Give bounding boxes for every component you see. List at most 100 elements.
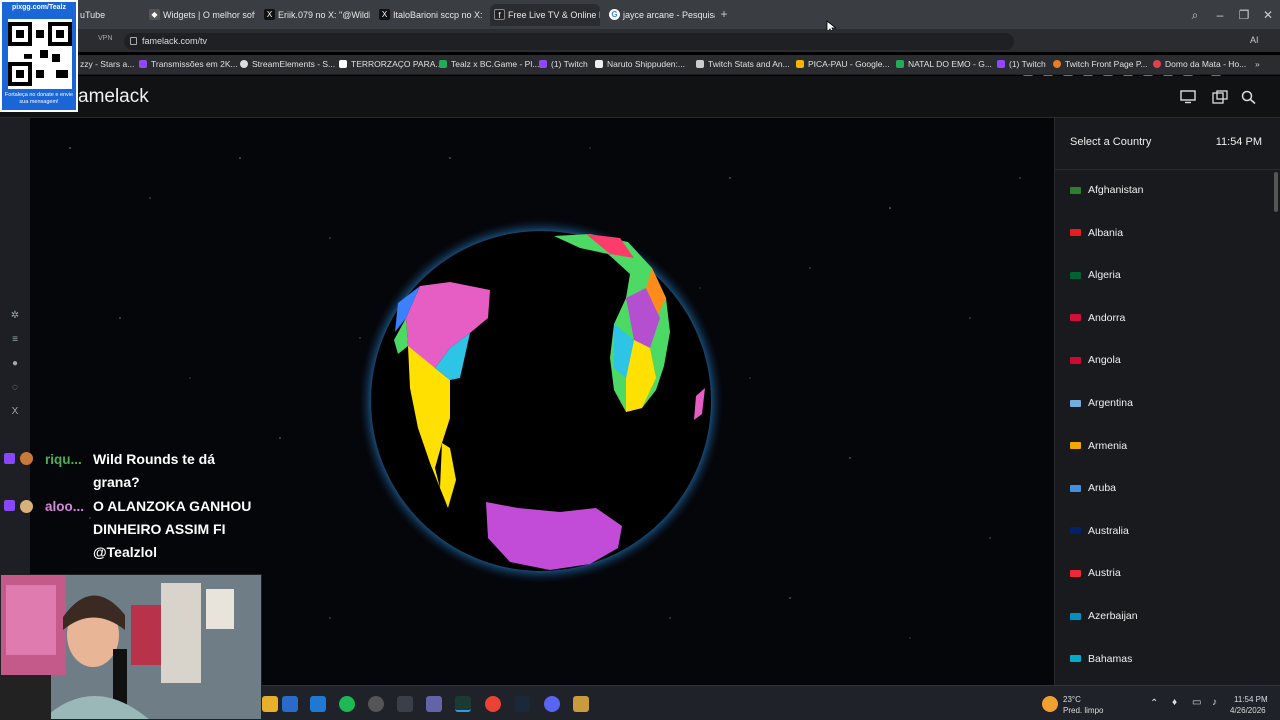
folder-icon[interactable] (262, 696, 278, 712)
country-item[interactable]: Aruba (1070, 478, 1116, 498)
layers-icon[interactable]: ≡ (9, 334, 21, 346)
bookmark-icon (1053, 60, 1061, 68)
tab-widgets[interactable]: ◆ Widgets | O melhor softw (145, 4, 255, 26)
x-icon: X (379, 9, 390, 20)
tab-famelack[interactable]: f Free Live TV & Online R (490, 4, 600, 26)
x-icon: X (264, 9, 275, 20)
bookmark-item[interactable]: Domo da Mata - Ho... (1153, 59, 1246, 69)
outlook-icon[interactable] (310, 696, 326, 712)
panel-title: Select a Country (1070, 136, 1152, 148)
store-icon[interactable] (282, 696, 298, 712)
country-item[interactable]: Albania (1070, 223, 1123, 243)
restore-icon[interactable]: ❐ (1236, 7, 1252, 23)
country-panel: Select a Country 11:54 PM Afghanistan Alb… (1054, 118, 1280, 685)
country-name: Argentina (1088, 397, 1133, 409)
chrome-icon[interactable] (485, 696, 501, 712)
weather-desc[interactable]: Pred. limpo (1063, 706, 1103, 715)
flag-icon (1070, 229, 1081, 237)
country-item[interactable]: Argentina (1070, 393, 1133, 413)
bookmark-icon (1153, 60, 1161, 68)
bookmark-item[interactable]: Tealz x BC.Game - Pl... (439, 59, 539, 69)
teams-icon[interactable] (426, 696, 442, 712)
lock-icon (130, 37, 137, 45)
bookmark-item[interactable]: TERRORZAÇO PARA... (339, 59, 442, 69)
url-field[interactable]: famelack.com/tv (124, 33, 1014, 50)
pinwheel-icon[interactable]: ✲ (9, 310, 21, 322)
panel-clock: 11:54 PM (1215, 136, 1262, 148)
twitch-icon (139, 60, 147, 68)
network-icon[interactable]: ▭ (1192, 697, 1201, 708)
country-name: Austria (1088, 567, 1121, 580)
address-bar: VPN famelack.com/tv AI (0, 30, 1280, 76)
tab-google-search[interactable]: G jayce arcane - Pesquisa (605, 4, 715, 26)
steam-icon[interactable] (514, 696, 530, 712)
bookmark-item[interactable]: Twitch Stats and An... (696, 59, 790, 69)
bookmark-item[interactable]: NATAL DO EMO - G... (896, 59, 992, 69)
flag-icon (1070, 484, 1081, 492)
league-icon[interactable] (573, 696, 589, 712)
country-item[interactable]: Algeria (1070, 265, 1121, 285)
country-name: Afghanistan (1088, 184, 1144, 196)
map-icon[interactable] (1212, 90, 1228, 104)
country-item[interactable]: Austria (1070, 563, 1121, 583)
tab-x-eriik[interactable]: X Eriik.079 no X: "@WildRi (260, 4, 370, 26)
twitch-badge-icon (4, 500, 15, 511)
discord-icon[interactable] (544, 696, 560, 712)
sheets-icon (896, 60, 904, 68)
flag-icon (1070, 186, 1081, 194)
panel-scrollbar[interactable] (1274, 172, 1278, 212)
drive-icon (796, 60, 804, 68)
site-logo[interactable]: amelack (78, 86, 149, 108)
vpn-badge[interactable]: VPN (98, 35, 112, 42)
chat-message: O ALANZOKA GANHOU DINHEIRO ASSIM FI @Tea… (93, 498, 252, 560)
minimize-icon[interactable]: – (1212, 7, 1228, 23)
new-tab-button[interactable]: + (716, 6, 732, 22)
bookmark-item[interactable]: Twitch Front Page P... (1053, 59, 1148, 69)
flag-icon (1070, 442, 1081, 450)
flag-icon (1070, 612, 1081, 620)
country-name: Australia (1088, 524, 1129, 537)
app-icon[interactable] (397, 696, 413, 712)
messenger-icon[interactable]: ● (9, 358, 21, 370)
clock-time[interactable]: 11:54 PM (1234, 695, 1268, 704)
clock-date[interactable]: 4/26/2026 (1230, 706, 1266, 715)
country-item[interactable]: Australia (1070, 521, 1129, 541)
country-item[interactable]: Afghanistan (1070, 180, 1143, 200)
x-icon[interactable]: X (9, 406, 21, 418)
volume-icon[interactable]: ♪ (1212, 697, 1217, 708)
tab-x-italo[interactable]: X ItaloBarioni sccp no X: " (375, 4, 485, 26)
country-item[interactable]: Armenia (1070, 436, 1127, 456)
weather-temp[interactable]: 23°C (1063, 695, 1081, 704)
country-item[interactable]: Bahamas (1070, 649, 1132, 669)
bookmark-item[interactable]: (1) Twitch (539, 59, 588, 69)
whatsapp-icon[interactable]: ◌ (9, 382, 21, 394)
bookmark-item[interactable]: Transmissões em 2K... (139, 59, 238, 69)
bookmark-item[interactable]: (1) Twitch (997, 59, 1046, 69)
search-tabs-icon[interactable]: ⌕ (1187, 7, 1203, 23)
close-icon[interactable]: ✕ (1260, 7, 1276, 23)
site-header: amelack (0, 76, 1280, 118)
naruto-icon (595, 60, 603, 68)
terminal-icon[interactable] (455, 696, 471, 712)
streamelements-icon: ◆ (149, 9, 160, 20)
sheets-icon (439, 60, 447, 68)
country-item[interactable]: Azerbaijan (1070, 606, 1138, 626)
microphone-icon[interactable]: ♦ (1172, 697, 1177, 708)
chevron-up-icon[interactable]: ⌃ (1150, 698, 1158, 709)
stats-icon (696, 60, 704, 68)
qr-caption: pixgg.com/Tealz (12, 4, 66, 11)
bookmark-item[interactable]: Naruto Shippuden:... (595, 59, 685, 69)
more-bookmarks-icon[interactable]: » (1255, 59, 1260, 69)
bookmark-item[interactable]: zzy - Stars a... (80, 59, 134, 69)
spotify-icon[interactable] (339, 696, 355, 712)
qr-code-icon (8, 19, 72, 89)
country-item[interactable]: Andorra (1070, 308, 1125, 328)
search-icon[interactable] (1241, 90, 1257, 104)
bookmark-icon (339, 60, 347, 68)
country-item[interactable]: Angola (1070, 350, 1121, 370)
tv-icon[interactable] (1180, 90, 1196, 104)
bookmark-item[interactable]: StreamElements - S... (240, 59, 335, 69)
bookmark-item[interactable]: PICA-PAU - Google... (796, 59, 890, 69)
ai-button[interactable]: AI (1250, 35, 1259, 45)
obs-icon[interactable] (368, 696, 384, 712)
